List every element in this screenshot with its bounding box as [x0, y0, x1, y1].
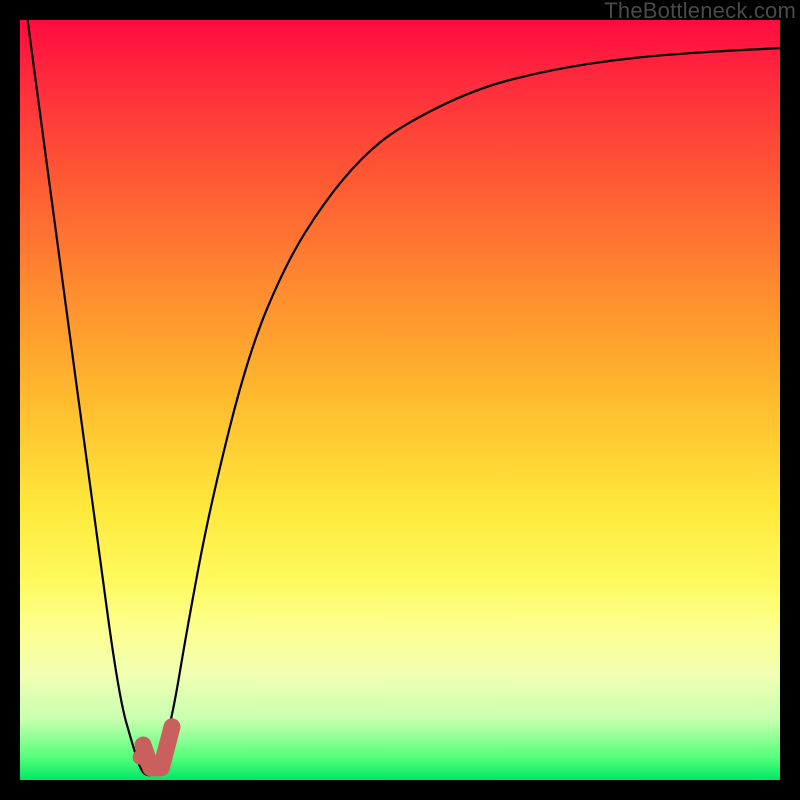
plot-area — [20, 20, 780, 780]
watermark-label: TheBottleneck.com — [604, 0, 796, 22]
marker-dot — [133, 750, 148, 765]
app-frame: TheBottleneck.com — [0, 0, 800, 800]
bottleneck-curve — [28, 20, 780, 775]
curve-layer — [20, 20, 780, 780]
check-icon — [143, 727, 172, 768]
